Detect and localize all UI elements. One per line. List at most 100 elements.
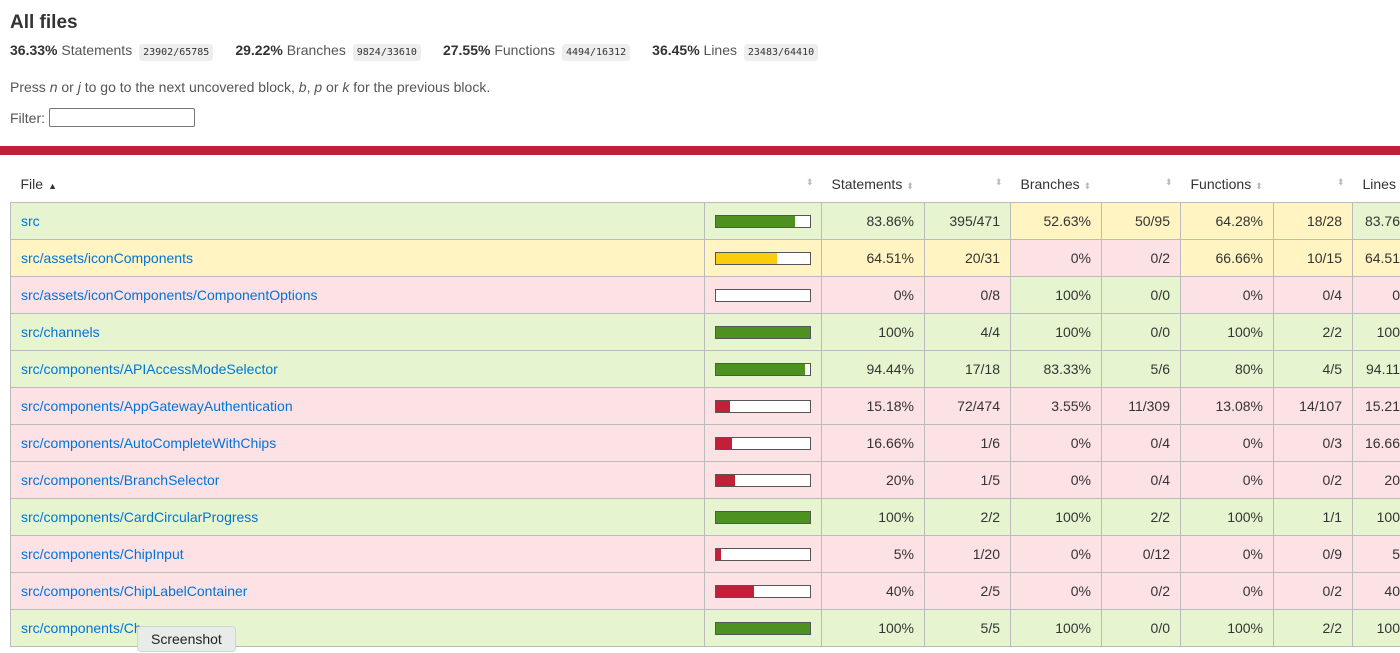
- coverage-chart-cell: [704, 387, 822, 425]
- file-link[interactable]: src/components/CardCircularProgress: [21, 509, 258, 525]
- functions-fraction: 2/2: [1273, 609, 1353, 647]
- column-branches-raw[interactable]: ⬍: [1102, 165, 1181, 203]
- table-row: src/components/APIAccessModeSelector 94.4…: [10, 350, 1400, 388]
- statements-fraction: 1/20: [924, 535, 1011, 573]
- coverage-bar: [715, 584, 811, 598]
- summary-pct: 27.55%: [442, 42, 491, 58]
- column-functions[interactable]: Functions ⬍: [1181, 165, 1274, 203]
- column-statements-raw[interactable]: ⬍: [925, 165, 1011, 203]
- coverage-bar: [715, 436, 811, 450]
- column-file[interactable]: File ▲: [11, 165, 705, 203]
- file-cell: src/components/ChipInput: [10, 535, 705, 573]
- filter-input[interactable]: [49, 108, 195, 127]
- coverage-bar: [715, 362, 811, 376]
- file-link[interactable]: src/components/Ch: [21, 620, 142, 636]
- branches-fraction: 0/0: [1101, 609, 1181, 647]
- functions-pct: 100%: [1180, 609, 1274, 647]
- column-lines[interactable]: Lines: [1353, 165, 1400, 203]
- functions-pct: 80%: [1180, 350, 1274, 388]
- coverage-bar: [715, 399, 811, 413]
- file-link[interactable]: src/channels: [21, 324, 100, 340]
- file-link[interactable]: src/assets/iconComponents/ComponentOptio…: [21, 287, 317, 303]
- file-link[interactable]: src: [21, 213, 40, 229]
- coverage-table: File ▲ ⬍ Statements ⬍ ⬍ Branches ⬍ ⬍ Functi…: [10, 165, 1400, 647]
- summary-functions: 27.55% Functions 4494/16312: [442, 42, 631, 61]
- summary-pct: 36.45%: [652, 42, 700, 58]
- branches-pct: 100%: [1010, 609, 1102, 647]
- lines-pct: 64.51: [1352, 239, 1400, 277]
- branches-fraction: 2/2: [1101, 498, 1181, 536]
- branches-fraction: 0/2: [1101, 572, 1181, 610]
- functions-fraction: 2/2: [1273, 313, 1353, 351]
- statements-pct: 100%: [821, 609, 925, 647]
- coverage-bar-fill: [716, 511, 810, 523]
- file-cell: src/components/AutoCompleteWithChips: [10, 424, 705, 462]
- branches-pct: 0%: [1010, 461, 1102, 499]
- branches-pct: 100%: [1010, 313, 1102, 351]
- table-row: src/assets/iconComponents/ComponentOptio…: [10, 276, 1400, 314]
- coverage-bar: [715, 251, 811, 265]
- file-link[interactable]: src/components/ChipInput: [21, 546, 184, 562]
- statements-fraction: 5/5: [924, 609, 1011, 647]
- lines-pct: 83.76: [1352, 202, 1400, 240]
- coverage-bar-fill: [716, 474, 735, 486]
- coverage-chart-cell: [704, 609, 822, 647]
- lines-pct: 100: [1352, 498, 1400, 536]
- branches-fraction: 0/12: [1101, 535, 1181, 573]
- lines-pct: 20: [1352, 461, 1400, 499]
- statements-fraction: 17/18: [924, 350, 1011, 388]
- coverage-summary: 36.33% Statements 23902/65785 29.22% Bra…: [10, 42, 1390, 61]
- status-bar: [0, 146, 1400, 155]
- statements-fraction: 20/31: [924, 239, 1011, 277]
- summary-branches: 29.22% Branches 9824/33610: [235, 42, 421, 61]
- summary-label: Statements: [61, 42, 133, 58]
- summary-label: Functions: [494, 42, 556, 58]
- functions-pct: 13.08%: [1180, 387, 1274, 425]
- file-cell: src/components/ChipLabelContainer: [10, 572, 705, 610]
- file-link[interactable]: src/components/BranchSelector: [21, 472, 219, 488]
- sort-icon: ⬍: [1255, 180, 1263, 191]
- column-statements[interactable]: Statements ⬍: [822, 165, 925, 203]
- coverage-chart-cell: [704, 313, 822, 351]
- coverage-bar: [715, 288, 811, 302]
- functions-pct: 0%: [1180, 572, 1274, 610]
- coverage-chart-cell: [704, 424, 822, 462]
- summary-lines: 36.45% Lines 23483/64410: [652, 42, 819, 61]
- column-file-chart[interactable]: ⬍: [705, 165, 822, 203]
- branches-fraction: 0/2: [1101, 239, 1181, 277]
- file-link[interactable]: src/components/APIAccessModeSelector: [21, 361, 278, 377]
- branches-fraction: 0/0: [1101, 313, 1181, 351]
- file-link[interactable]: src/components/AutoCompleteWithChips: [21, 435, 276, 451]
- sort-asc-icon: ▲: [48, 180, 57, 191]
- coverage-bar-fill: [716, 400, 731, 412]
- coverage-chart-cell: [704, 350, 822, 388]
- column-branches[interactable]: Branches ⬍: [1011, 165, 1102, 203]
- sort-icon: ⬍: [906, 180, 914, 191]
- functions-fraction: 0/9: [1273, 535, 1353, 573]
- statements-fraction: 1/6: [924, 424, 1011, 462]
- coverage-bar-fill: [716, 585, 754, 597]
- summary-label: Lines: [703, 42, 737, 58]
- table-row: src/components/ChipLabelContainer 40% 2/5 0…: [10, 572, 1400, 610]
- functions-fraction: 18/28: [1273, 202, 1353, 240]
- summary-pct: 29.22%: [235, 42, 283, 58]
- statements-fraction: 2/5: [924, 572, 1011, 610]
- sort-icon: ⬍: [1336, 177, 1345, 187]
- coverage-bar: [715, 547, 811, 561]
- statements-pct: 100%: [821, 313, 925, 351]
- coverage-chart-cell: [704, 239, 822, 277]
- coverage-bar-fill: [716, 252, 777, 264]
- file-cell: src/channels: [10, 313, 705, 351]
- file-link[interactable]: src/components/AppGatewayAuthentication: [21, 398, 293, 414]
- statements-fraction: 4/4: [924, 313, 1011, 351]
- screenshot-tooltip: Screenshot: [137, 626, 236, 652]
- file-link[interactable]: src/assets/iconComponents: [21, 250, 193, 266]
- column-functions-raw[interactable]: ⬍: [1274, 165, 1353, 203]
- statements-fraction: 395/471: [924, 202, 1011, 240]
- statements-fraction: 2/2: [924, 498, 1011, 536]
- summary-fraction: 23483/64410: [743, 44, 819, 61]
- summary-statements: 36.33% Statements 23902/65785: [10, 42, 214, 61]
- coverage-chart-cell: [704, 535, 822, 573]
- file-link[interactable]: src/components/ChipLabelContainer: [21, 583, 247, 599]
- branches-fraction: 0/0: [1101, 276, 1181, 314]
